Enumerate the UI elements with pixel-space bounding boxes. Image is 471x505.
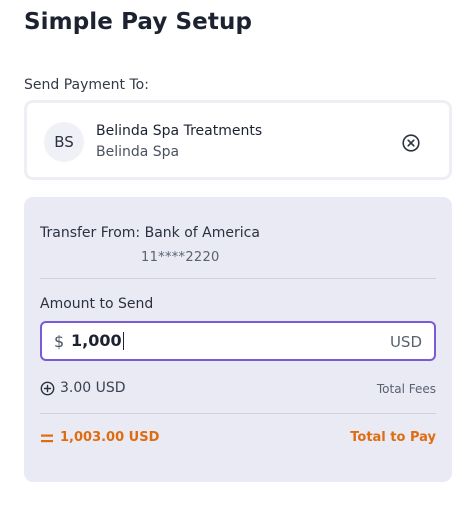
fee-amount: 3.00 USD	[60, 380, 126, 396]
amount-input[interactable]: $ 1,000 USD	[40, 321, 436, 361]
plus-circle-icon	[40, 381, 55, 396]
recipient-card[interactable]: BS Belinda Spa Treatments Belinda Spa	[24, 100, 452, 180]
amount-label: Amount to Send	[40, 296, 154, 312]
currency-code: USD	[389, 333, 422, 351]
send-payment-to-label: Send Payment To:	[24, 77, 149, 93]
payment-setup-page: Simple Pay Setup Send Payment To: BS Bel…	[0, 0, 471, 505]
transfer-from-text: Transfer From: Bank of America	[40, 225, 260, 241]
currency-symbol: $	[54, 332, 65, 351]
circle-x-icon	[402, 134, 420, 152]
divider	[40, 413, 436, 414]
total-row: 1,003.00 USD Total to Pay	[40, 430, 436, 448]
total-label: Total to Pay	[350, 430, 436, 445]
account-number: 11****2220	[141, 250, 220, 265]
page-title: Simple Pay Setup	[24, 9, 253, 35]
transfer-panel: Transfer From: Bank of America 11****222…	[24, 197, 452, 482]
remove-recipient-button[interactable]	[400, 132, 422, 154]
divider	[40, 278, 436, 279]
recipient-subtitle: Belinda Spa	[96, 144, 180, 160]
recipient-avatar: BS	[44, 122, 84, 162]
fee-row: 3.00 USD Total Fees	[40, 380, 436, 398]
amount-value[interactable]: 1,000	[71, 332, 124, 350]
fee-label: Total Fees	[376, 382, 436, 396]
equals-icon	[41, 434, 53, 443]
recipient-name: Belinda Spa Treatments	[96, 123, 263, 139]
total-amount: 1,003.00 USD	[60, 430, 160, 445]
